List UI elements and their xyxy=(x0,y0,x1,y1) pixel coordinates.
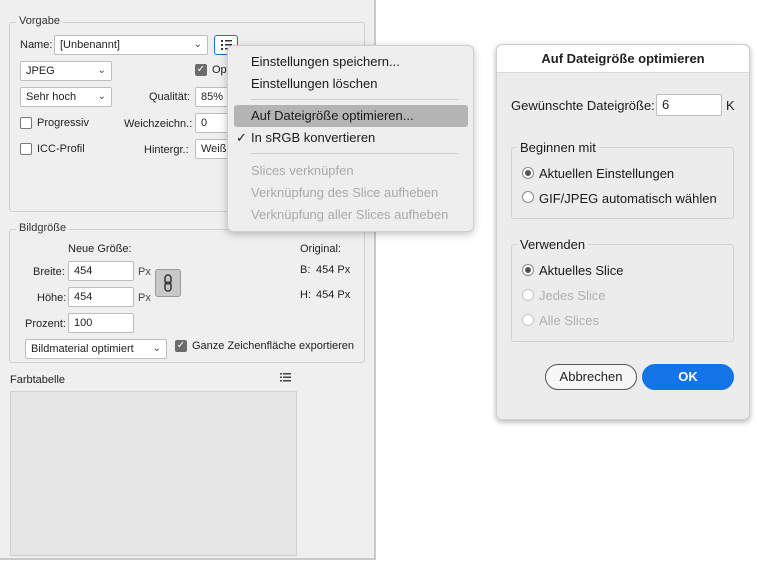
menu-item-delete-settings[interactable]: Einstellungen löschen xyxy=(251,76,377,91)
color-table-title: Farbtabelle xyxy=(10,374,66,386)
optimized-checkbox[interactable]: ✓ xyxy=(195,64,207,76)
optimize-to-filesize-dialog: Auf Dateigröße optimieren Gewünschte Dat… xyxy=(496,44,750,420)
use-each-slice-radio xyxy=(522,289,534,301)
use-current-slice-label: Aktuelles Slice xyxy=(539,263,624,278)
progressive-checkbox[interactable] xyxy=(20,117,32,129)
original-height-value: 454 Px xyxy=(316,289,351,301)
start-with-title: Beginnen mit xyxy=(517,140,599,155)
optimize-menu: Einstellungen speichern... Einstellungen… xyxy=(227,45,474,232)
quality-label: Qualität: xyxy=(149,91,190,103)
menu-separator xyxy=(251,153,458,154)
blur-label: Weichzeichn.: xyxy=(124,118,193,130)
format-value: JPEG xyxy=(26,65,55,77)
format-select[interactable]: JPEG ⌄ xyxy=(20,61,112,81)
target-size-label: Gewünschte Dateigröße: xyxy=(511,98,655,113)
chevron-down-icon: ⌄ xyxy=(152,343,161,354)
target-size-unit: K xyxy=(726,98,735,113)
cancel-button[interactable]: Abbrechen xyxy=(545,364,637,390)
chevron-down-icon: ⌄ xyxy=(97,65,106,76)
icc-profile-label: ICC-Profil xyxy=(37,143,85,155)
original-label: Original: xyxy=(300,243,341,255)
menu-item-save-settings[interactable]: Einstellungen speichern... xyxy=(251,54,400,69)
menu-item-unlink-all-slices: Verknüpfung aller Slices aufheben xyxy=(251,207,449,222)
target-size-input[interactable]: 6 xyxy=(656,94,722,116)
use-all-slices-label: Alle Slices xyxy=(539,313,599,328)
matte-label: Hintergr.: xyxy=(144,144,189,156)
height-unit: Px xyxy=(138,292,151,304)
menu-item-unlink-slice: Verknüpfung des Slice aufheben xyxy=(251,185,439,200)
start-auto-radio[interactable] xyxy=(522,191,534,203)
menu-item-convert-srgb[interactable]: In sRGB konvertieren xyxy=(251,130,375,145)
link-icon[interactable] xyxy=(155,269,181,297)
menu-list-icon xyxy=(280,373,291,382)
original-height-label: H: xyxy=(300,289,311,301)
height-label: Höhe: xyxy=(37,292,67,304)
color-table-area xyxy=(10,391,297,556)
width-label: Breite: xyxy=(33,266,65,278)
image-size-title: Bildgröße xyxy=(16,222,70,234)
width-input[interactable]: 454 xyxy=(68,261,134,281)
resample-value: Bildmaterial optimiert xyxy=(31,343,134,355)
export-artboard-checkbox[interactable]: ✓ xyxy=(175,340,187,352)
use-each-slice-label: Jedes Slice xyxy=(539,288,606,303)
quality-preset-select[interactable]: Sehr hoch ⌄ xyxy=(20,87,112,107)
link-icon-svg xyxy=(164,274,172,292)
new-size-label: Neue Größe: xyxy=(68,243,132,255)
original-width-value: 454 Px xyxy=(316,264,351,276)
chevron-down-icon: ⌄ xyxy=(97,91,106,102)
height-input[interactable]: 454 xyxy=(68,287,134,307)
start-auto-label: GIF/JPEG automatisch wählen xyxy=(539,191,717,206)
checkmark-icon: ✓ xyxy=(236,130,247,145)
quality-preset-value: Sehr hoch xyxy=(26,91,77,103)
preset-name-value: [Unbenannt] xyxy=(60,39,120,51)
width-unit: Px xyxy=(138,266,151,278)
icc-profile-checkbox[interactable] xyxy=(20,143,32,155)
preset-name-select[interactable]: [Unbenannt] ⌄ xyxy=(54,35,208,55)
percent-label: Prozent: xyxy=(25,318,66,330)
dialog-title: Auf Dateigröße optimieren xyxy=(497,45,749,73)
menu-item-optimize-to-size[interactable]: Auf Dateigröße optimieren... xyxy=(251,108,414,123)
start-with-group xyxy=(511,147,734,219)
color-table-menu-icon[interactable] xyxy=(279,371,293,383)
ok-button[interactable]: OK xyxy=(642,364,734,390)
start-current-label: Aktuellen Einstellungen xyxy=(539,166,675,181)
preset-group-title: Vorgabe xyxy=(16,15,63,27)
menu-item-link-slices: Slices verknüpfen xyxy=(251,163,354,178)
start-current-radio[interactable] xyxy=(522,167,534,179)
name-label: Name: xyxy=(20,39,53,51)
original-width-label: B: xyxy=(300,264,311,276)
use-all-slices-radio xyxy=(522,314,534,326)
use-current-slice-radio[interactable] xyxy=(522,264,534,276)
progressive-label: Progressiv xyxy=(37,117,89,129)
resample-select[interactable]: Bildmaterial optimiert ⌄ xyxy=(25,339,167,359)
menu-separator xyxy=(251,99,458,100)
percent-input[interactable]: 100 xyxy=(68,313,134,333)
use-title: Verwenden xyxy=(517,237,589,252)
export-artboard-label: Ganze Zeichenfläche exportieren xyxy=(192,340,355,352)
chevron-down-icon: ⌄ xyxy=(193,39,202,50)
